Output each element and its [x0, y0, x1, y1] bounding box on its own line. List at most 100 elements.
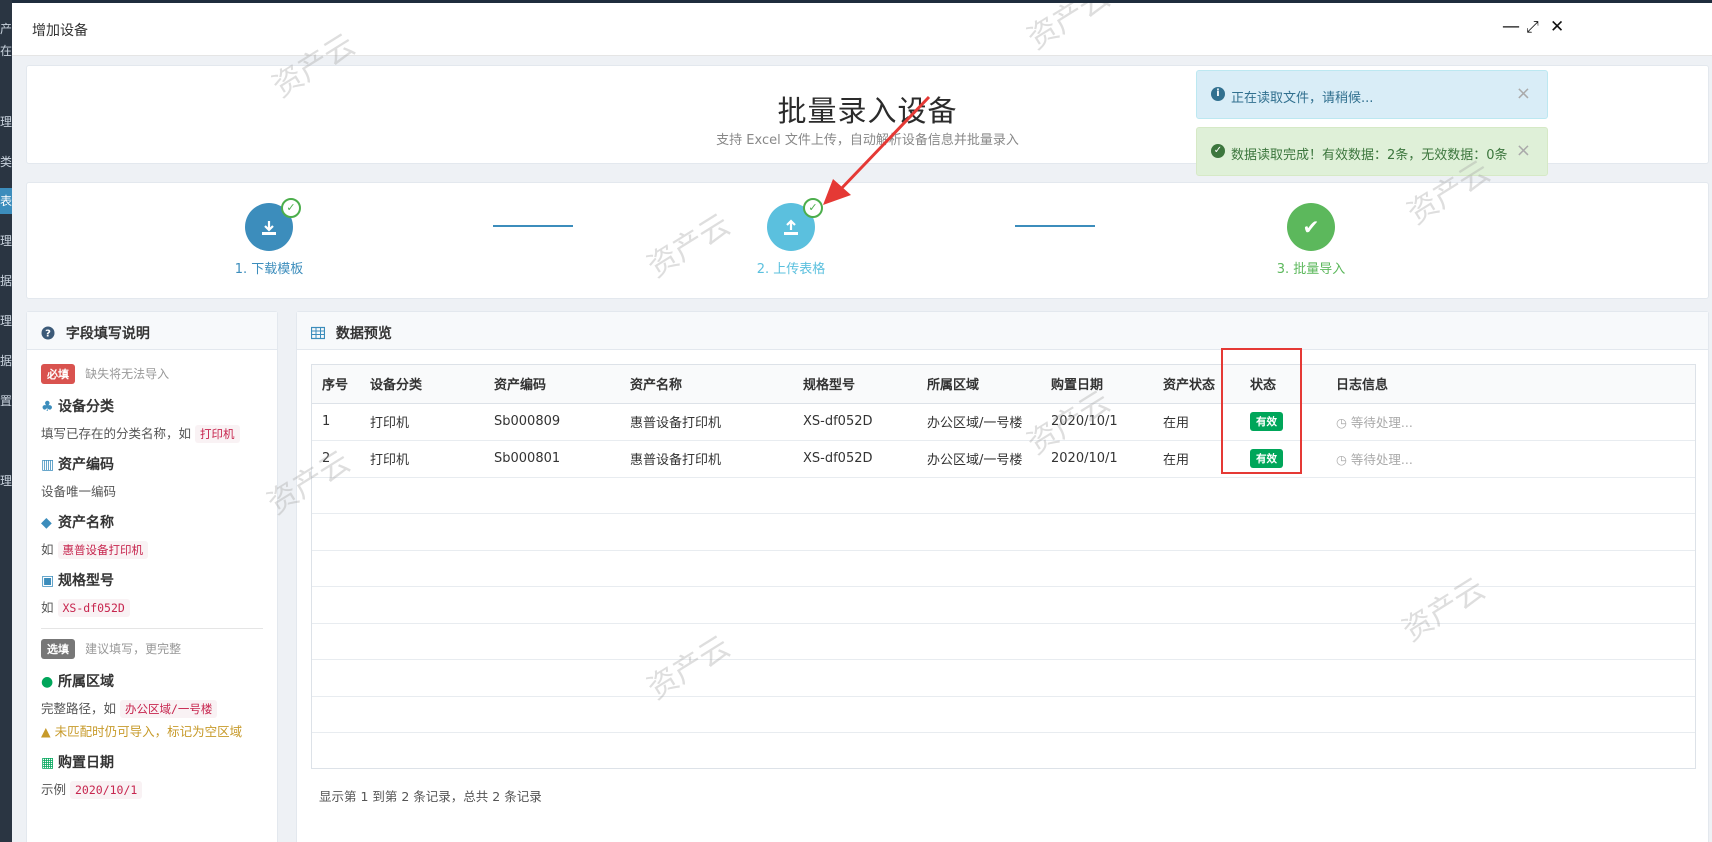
step-upload[interactable]: ✓ 2. 上传表格 [711, 198, 871, 277]
field-area-warning: ▲ 未匹配时仍可导入，标记为空区域 [41, 724, 243, 739]
question-icon: ? [41, 326, 55, 340]
empty-row [312, 477, 1695, 514]
cell-log: ◷ 等待处理... [1326, 403, 1695, 441]
cell-status: 有效 [1240, 403, 1326, 441]
step-label: 1. 下载模板 [234, 262, 304, 277]
step-import[interactable]: ✔ 3. 批量导入 [1231, 203, 1391, 277]
col-header[interactable]: 所属区域 [917, 365, 1041, 404]
cell-status: 有效 [1240, 440, 1326, 478]
status-badge: 有效 [1250, 449, 1283, 468]
field-date-desc: 示例 2020/10/1 [41, 779, 263, 799]
clock-icon: ◷ [1336, 452, 1347, 467]
table-row[interactable]: 1 打印机 Sb000809 惠普设备打印机 XS-df052D 办公区域/一号… [312, 403, 1695, 441]
cell-area: 办公区域/一号楼 [917, 403, 1041, 441]
field-name-desc: 如 惠普设备打印机 [41, 539, 263, 559]
field-model-desc: 如 XS-df052D [41, 597, 263, 617]
cell-date: 2020/10/1 [1041, 403, 1153, 441]
table-row[interactable]: 2 打印机 Sb000801 惠普设备打印机 XS-df052D 办公区域/一号… [312, 440, 1695, 478]
step-connector [1015, 225, 1095, 227]
sidebar-fragment: 理 [0, 314, 12, 328]
step-wizard: ✓ 1. 下载模板 ✓ 2. 上传表格 ✔ 3. 批量导入 [26, 95, 1709, 299]
field-help-header: ? 字段填写说明 [27, 312, 277, 350]
col-header[interactable]: 序号 [312, 365, 360, 404]
sidebar-fragment: 据 [0, 354, 12, 368]
field-date: ▦ 购置日期 [41, 755, 114, 771]
cell-category: 打印机 [360, 403, 484, 441]
cell-code: Sb000801 [484, 440, 620, 478]
cell-log: ◷ 等待处理... [1326, 440, 1695, 478]
cell-name: 惠普设备打印机 [620, 440, 793, 478]
col-header[interactable]: 购置日期 [1041, 365, 1153, 404]
field-help-panel: ? 字段填写说明 必填 缺失将无法导入 ♣ 设备分类 填写已存在的分类名称，如 打… [26, 311, 278, 842]
step-connector [493, 225, 573, 227]
col-header[interactable]: 规格型号 [793, 365, 917, 404]
cell-index: 2 [312, 440, 360, 478]
empty-row [312, 696, 1695, 733]
cell-model: XS-df052D [793, 440, 917, 478]
empty-row [312, 550, 1695, 587]
cell-model: XS-df052D [793, 403, 917, 441]
cell-date: 2020/10/1 [1041, 440, 1153, 478]
toast-info: i 正在读取文件，请稍候... × [1196, 70, 1548, 119]
pagination-info: 显示第 1 到第 2 条记录，总共 2 条记录 [319, 789, 542, 804]
add-device-modal: 增加设备 — ⤢ ✕ 批量录入设备 支持 Excel 文件上传，自动解析设备信息… [12, 3, 1712, 842]
maximize-icon[interactable]: ⤢ [1526, 17, 1539, 37]
table-header-row: 序号 设备分类 资产编码 资产名称 规格型号 所属区域 购置日期 资产状态 状态… [312, 365, 1695, 404]
data-preview-header: 数据预览 [297, 312, 1708, 350]
tag-icon: ◆ [41, 515, 52, 531]
field-model: ▣ 规格型号 [41, 573, 114, 589]
field-area: ● 所属区域 [41, 674, 114, 690]
field-code-desc: 设备唯一编码 [41, 484, 117, 499]
col-header[interactable]: 日志信息 [1326, 365, 1695, 404]
step-download[interactable]: ✓ 1. 下载模板 [189, 198, 349, 277]
annotation-arrow [823, 95, 931, 205]
col-header[interactable]: 资产编码 [484, 365, 620, 404]
field-name: ◆ 资产名称 [41, 515, 114, 531]
cell-index: 1 [312, 403, 360, 441]
modal-header: 增加设备 — ⤢ ✕ [12, 3, 1712, 56]
required-tag: 必填 [41, 364, 75, 384]
field-code: ▥ 资产编码 [41, 457, 114, 473]
map-marker-icon: ● [41, 674, 54, 690]
toast-close-icon[interactable]: × [1516, 83, 1531, 104]
sitemap-icon: ♣ [41, 399, 54, 415]
empty-row [312, 623, 1695, 660]
optional-hint: 建议填写，更完整 [85, 642, 182, 656]
sidebar-fragment: 产 [0, 22, 12, 36]
toast-success: ✓ 数据读取完成！有效数据：2条，无效数据：0条 × [1196, 127, 1548, 176]
col-header[interactable]: 资产状态 [1153, 365, 1240, 404]
check-icon: ✔ [1287, 203, 1335, 251]
step-label: 3. 批量导入 [1276, 262, 1346, 277]
sidebar-fragment: 置 [0, 394, 12, 408]
col-header[interactable]: 状态 [1240, 365, 1326, 404]
toast-success-text: 数据读取完成！有效数据：2条，无效数据：0条 [1231, 148, 1508, 163]
cell-code: Sb000809 [484, 403, 620, 441]
field-category-desc: 填写已存在的分类名称，如 打印机 [41, 423, 263, 443]
check-badge-icon: ✓ [281, 198, 301, 218]
calendar-icon: ▦ [41, 755, 55, 771]
empty-row [312, 586, 1695, 624]
sidebar-fragment: 理 [0, 234, 12, 248]
toast-close-icon[interactable]: × [1516, 140, 1531, 161]
modal-title: 增加设备 [32, 23, 88, 39]
preview-table: 序号 设备分类 资产编码 资产名称 规格型号 所属区域 购置日期 资产状态 状态… [311, 364, 1696, 769]
cell-name: 惠普设备打印机 [620, 403, 793, 441]
sidebar-fragment: 类 [0, 155, 12, 169]
background-sidebar: 产 在 理 类 表 理 据 理 据 置 理 [0, 0, 12, 842]
step-label: 2. 上传表格 [756, 262, 826, 277]
upload-icon: ✓ [767, 198, 823, 251]
svg-text:?: ? [45, 329, 51, 340]
info-icon: i [1211, 87, 1225, 101]
col-header[interactable]: 资产名称 [620, 365, 793, 404]
minimize-icon[interactable]: — [1502, 17, 1520, 37]
close-icon[interactable]: ✕ [1550, 17, 1564, 37]
field-help-title: 字段填写说明 [65, 326, 150, 342]
cube-icon: ▣ [41, 573, 55, 589]
col-header[interactable]: 设备分类 [360, 365, 484, 404]
data-preview-panel: 数据预览 序号 设备分类 资产编码 资产名称 规格型号 所属区域 购置日期 资产… [296, 311, 1709, 842]
divider [41, 628, 263, 629]
empty-row [312, 513, 1695, 551]
cell-asset-status: 在用 [1153, 403, 1240, 441]
empty-row [312, 733, 1695, 770]
sidebar-fragment-active: 表 [0, 188, 12, 214]
